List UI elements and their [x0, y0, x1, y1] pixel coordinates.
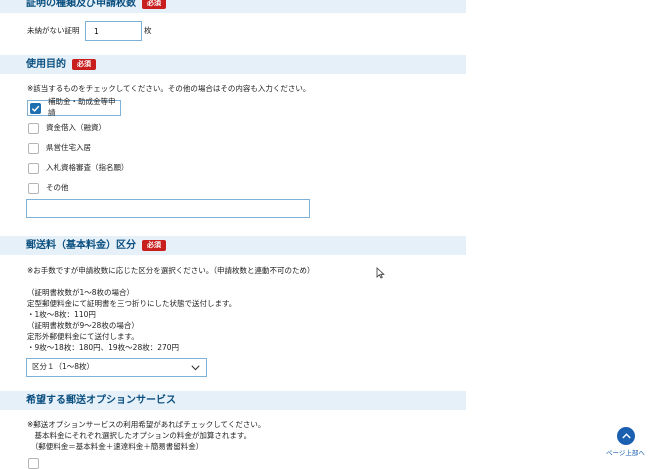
certificate-count-label: 未納がない証明: [27, 26, 80, 35]
postage-line: 定型郵便料金にて証明書を三つ折りにした状態で送付します。: [27, 299, 237, 308]
option-checkbox-partial[interactable]: [28, 458, 46, 469]
purpose-option-housing[interactable]: 県営住宅入居: [28, 141, 91, 155]
postage-description: ※お手数ですが申請枚数に応じた区分を選択ください。（申請枚数と連動不可のため） …: [27, 265, 315, 353]
postage-category-select[interactable]: 区分１（1～8枚）: [26, 358, 207, 377]
checkbox[interactable]: [28, 458, 39, 469]
purpose-option-other[interactable]: その他: [28, 181, 69, 195]
section-header-purpose: 使用目的 必須: [0, 55, 466, 74]
postage-line: 定形外郵便料金にて送付します。: [27, 332, 139, 341]
section-header-type-count: 証明の種類及び申請枚数 必須: [0, 0, 466, 13]
checkbox[interactable]: [28, 122, 39, 134]
checkbox-label: 県営住宅入居: [46, 142, 91, 152]
purpose-option-bidding[interactable]: 入札資格審査（指名願）: [28, 161, 129, 175]
checkbox-label: 資金借入（融資）: [46, 122, 106, 132]
section-title: 郵送料（基本料金）区分: [26, 240, 136, 251]
postage-line: [27, 276, 315, 287]
section-title: 証明の種類及び申請枚数: [26, 0, 136, 9]
count-unit-label: 枚: [144, 26, 152, 35]
postage-line: ・1枚～8枚：110円: [27, 310, 96, 319]
required-badge: 必須: [142, 0, 166, 9]
postage-line: ・9枚～18枚：180円、19枚～28枚：270円: [27, 343, 180, 352]
section-header-postage: 郵送料（基本料金）区分 必須: [0, 236, 466, 255]
section-header-options: 希望する郵送オプションサービス: [0, 391, 466, 410]
postage-line: ※お手数ですが申請枚数に応じた区分を選択ください。（申請枚数と連動不可のため）: [27, 266, 315, 275]
options-line: ※郵送オプションサービスの利用希望があればチェックしてください。: [27, 420, 266, 429]
page-top-link[interactable]: ページ上部へ: [606, 448, 645, 458]
checkbox[interactable]: [28, 162, 39, 174]
checkbox[interactable]: [28, 182, 39, 194]
postage-line: （証明書枚数が1～8枚の場合）: [27, 288, 135, 297]
required-badge: 必須: [72, 59, 96, 70]
mouse-cursor-icon: [376, 267, 385, 279]
certificate-count-input[interactable]: [85, 21, 142, 41]
options-description: ※郵送オプションサービスの利用希望があればチェックしてください。 基本料金にそれ…: [27, 419, 265, 452]
page-top-button[interactable]: [617, 427, 635, 445]
postage-line: （証明書枚数が9～28枚の場合）: [27, 321, 139, 330]
section-title: 希望する郵送オプションサービス: [26, 395, 176, 406]
checkbox-label: 入札資格審査（指名願）: [46, 162, 129, 172]
required-badge: 必須: [142, 240, 166, 251]
purpose-option-subsidy[interactable]: 補助金・助成金等申請: [27, 97, 121, 117]
checkbox[interactable]: [28, 142, 39, 154]
select-value: 区分１（1～8枚）: [32, 362, 95, 372]
chevron-down-icon: [191, 364, 200, 370]
checkmark-icon: [31, 105, 40, 112]
options-line: （郵便料金＝基本料金＋速達料金＋簡易書留料金）: [27, 442, 204, 451]
checkbox-label: 補助金・助成金等申請: [48, 97, 116, 117]
checkbox-label: その他: [46, 182, 69, 192]
checkbox[interactable]: [30, 102, 41, 114]
section-title: 使用目的: [26, 59, 66, 70]
purpose-note: ※該当するものをチェックしてください。その他の場合はその内容も入力ください。: [27, 84, 311, 93]
options-line: 基本料金にそれぞれ選択したオプションの料金が加算されます。: [27, 431, 252, 440]
purpose-option-loan[interactable]: 資金借入（融資）: [28, 121, 106, 135]
other-purpose-input[interactable]: [26, 199, 310, 218]
chevron-up-icon: [621, 433, 631, 439]
